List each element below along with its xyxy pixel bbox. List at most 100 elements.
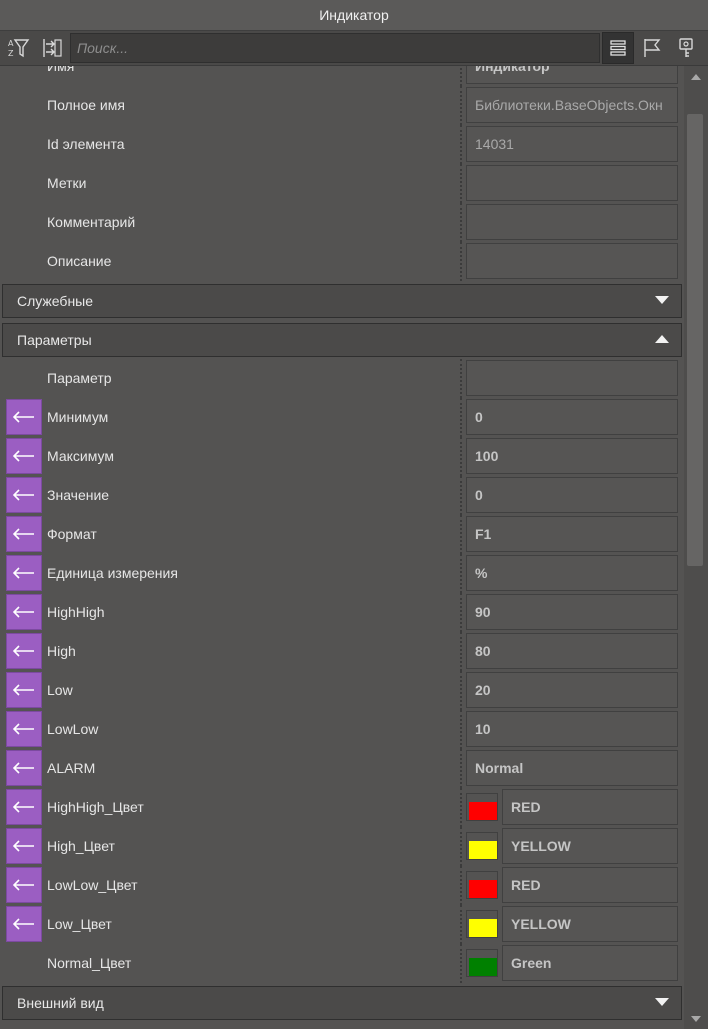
fullname-value[interactable]: Библиотеки.BaseObjects.Окн — [466, 87, 678, 123]
row-highhigh: HighHigh 90 — [0, 593, 684, 632]
column-divider — [460, 66, 462, 86]
bind-button[interactable] — [6, 633, 42, 669]
max-value[interactable]: 100 — [466, 438, 678, 474]
row-max: Максимум 100 — [0, 437, 684, 476]
row-high: High 80 — [0, 632, 684, 671]
section-service[interactable]: Служебные — [2, 284, 682, 318]
list-icon — [610, 40, 626, 56]
format-value[interactable]: F1 — [466, 516, 678, 552]
bind-button[interactable] — [6, 555, 42, 591]
bind-button[interactable] — [6, 906, 42, 942]
param-value[interactable] — [466, 360, 678, 396]
row-description: Описание — [0, 242, 684, 281]
param-label: Параметр — [47, 370, 112, 386]
bind-button[interactable] — [6, 789, 42, 825]
lowlow-color-value[interactable]: RED — [502, 867, 678, 903]
bind-button[interactable] — [6, 399, 42, 435]
high-color-label: High_Цвет — [47, 838, 115, 854]
row-value: Значение 0 — [0, 476, 684, 515]
name-label: Имя — [47, 66, 75, 74]
toolbar: A Z — [0, 31, 708, 66]
window-title: Индикатор — [0, 0, 708, 31]
column-divider — [460, 944, 462, 983]
low-color-value[interactable]: YELLOW — [502, 906, 678, 942]
color-swatch[interactable] — [466, 832, 498, 860]
vertical-scrollbar[interactable] — [684, 66, 708, 1029]
arrow-left-icon — [13, 645, 34, 657]
unit-value[interactable]: % — [466, 555, 678, 591]
row-tags: Метки — [0, 164, 684, 203]
low-value[interactable]: 20 — [466, 672, 678, 708]
list-view-button[interactable] — [602, 32, 634, 64]
row-highhigh-color: HighHigh_Цвет RED — [0, 788, 684, 827]
row-high-color: High_Цвет YELLOW — [0, 827, 684, 866]
scroll-up-button[interactable] — [684, 68, 708, 86]
highhigh-label: HighHigh — [47, 604, 105, 620]
low-label: Low — [47, 682, 73, 698]
bind-button[interactable] — [6, 438, 42, 474]
bind-button[interactable] — [6, 672, 42, 708]
column-divider — [460, 86, 462, 125]
section-parameters-title: Параметры — [17, 332, 92, 348]
color-swatch[interactable] — [466, 949, 498, 977]
sort-filter-button[interactable]: A Z — [2, 32, 34, 64]
key-button[interactable] — [670, 32, 702, 64]
high-value[interactable]: 80 — [466, 633, 678, 669]
arrow-left-icon — [13, 918, 34, 930]
row-min: Минимум 0 — [0, 398, 684, 437]
color-swatch[interactable] — [466, 910, 498, 938]
scrollbar-thumb[interactable] — [687, 114, 703, 566]
column-divider — [460, 827, 462, 866]
description-value[interactable] — [466, 243, 678, 279]
chevron-down-icon — [655, 296, 669, 304]
id-label: Id элемента — [47, 136, 125, 152]
chevron-down-icon — [691, 1016, 701, 1022]
search-input[interactable] — [70, 33, 600, 63]
chevron-up-icon — [655, 335, 669, 343]
high-color-value[interactable]: YELLOW — [502, 828, 678, 864]
lowlow-value[interactable]: 10 — [466, 711, 678, 747]
tags-value[interactable] — [466, 165, 678, 201]
value-value[interactable]: 0 — [466, 477, 678, 513]
scroll-down-button[interactable] — [684, 1010, 708, 1028]
flag-button[interactable] — [636, 32, 668, 64]
bind-button[interactable] — [6, 516, 42, 552]
bind-button[interactable] — [6, 711, 42, 747]
bind-button[interactable] — [6, 867, 42, 903]
color-swatch[interactable] — [466, 871, 498, 899]
bind-button[interactable] — [6, 750, 42, 786]
bind-button[interactable] — [6, 477, 42, 513]
name-value[interactable]: Индикатор — [466, 66, 678, 84]
link-button[interactable] — [36, 32, 68, 64]
highhigh-color-value[interactable]: RED — [502, 789, 678, 825]
color-swatch-fill — [469, 958, 497, 976]
row-param: Параметр — [0, 359, 684, 398]
arrow-left-icon — [13, 723, 34, 735]
normal-color-value[interactable]: Green — [502, 945, 678, 981]
arrow-left-icon — [13, 879, 34, 891]
row-comment: Комментарий — [0, 203, 684, 242]
row-unit: Единица измерения % — [0, 554, 684, 593]
section-appearance[interactable]: Внешний вид — [2, 986, 682, 1020]
max-label: Максимум — [47, 448, 114, 464]
column-divider — [460, 554, 462, 593]
section-appearance-title: Внешний вид — [17, 995, 104, 1011]
tags-label: Метки — [47, 175, 87, 191]
flag-icon — [644, 39, 661, 57]
unit-label: Единица измерения — [47, 565, 178, 581]
column-divider — [460, 398, 462, 437]
column-divider — [460, 203, 462, 242]
highhigh-value[interactable]: 90 — [466, 594, 678, 630]
section-parameters[interactable]: Параметры — [2, 323, 682, 357]
bind-button[interactable] — [6, 828, 42, 864]
alarm-value[interactable]: Normal — [466, 750, 678, 786]
bind-button[interactable] — [6, 594, 42, 630]
arrow-left-icon — [13, 840, 34, 852]
column-divider — [460, 710, 462, 749]
min-value[interactable]: 0 — [466, 399, 678, 435]
arrow-left-icon — [13, 567, 34, 579]
color-swatch[interactable] — [466, 793, 498, 821]
arrow-left-icon — [13, 450, 34, 462]
comment-value[interactable] — [466, 204, 678, 240]
id-value[interactable]: 14031 — [466, 126, 678, 162]
